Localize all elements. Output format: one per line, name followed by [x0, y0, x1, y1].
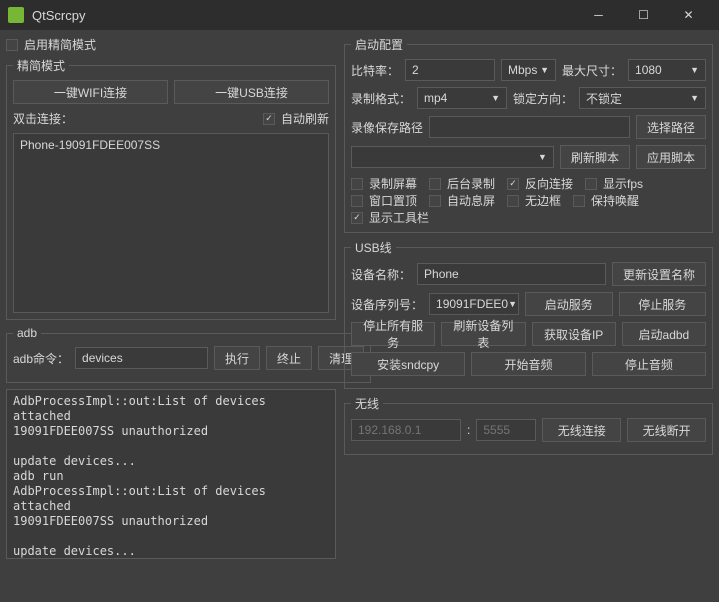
device-name-input[interactable]: [417, 263, 606, 285]
enable-simple-mode-checkbox[interactable]: 启用精简模式: [6, 36, 336, 53]
simple-mode-legend: 精简模式: [13, 57, 69, 74]
app-icon: [8, 7, 24, 23]
checkbox-box: [263, 113, 275, 125]
reverse-conn-checkbox[interactable]: 反向连接: [507, 175, 573, 192]
wireless-group: 无线 : 无线连接 无线断开: [344, 395, 713, 455]
dblclick-connect-label: 双击连接：: [13, 110, 73, 127]
wireless-ip-input[interactable]: [351, 419, 461, 441]
refresh-list-button[interactable]: 刷新设备列表: [441, 322, 525, 346]
minimize-button[interactable]: ─: [576, 0, 621, 30]
script-select[interactable]: ▼: [351, 146, 554, 168]
chevron-down-icon: ▼: [491, 93, 500, 103]
auto-refresh-checkbox[interactable]: 自动刷新: [263, 110, 329, 127]
device-serial-select[interactable]: 19091FDEE0▼: [429, 293, 519, 315]
install-sndcpy-button[interactable]: 安装sndcpy: [351, 352, 465, 376]
execute-button[interactable]: 执行: [214, 346, 260, 370]
checkbox-box: [6, 39, 18, 51]
bitrate-label: 比特率：: [351, 62, 399, 79]
bg-record-checkbox[interactable]: 后台录制: [429, 175, 495, 192]
show-toolbar-checkbox[interactable]: 显示工具栏: [351, 209, 429, 226]
device-list-item[interactable]: Phone-19091FDEE007SS: [20, 138, 322, 152]
update-name-button[interactable]: 更新设置名称: [612, 262, 706, 286]
stop-all-button[interactable]: 停止所有服务: [351, 322, 435, 346]
stop-service-button[interactable]: 停止服务: [619, 292, 707, 316]
bitrate-unit-select[interactable]: Mbps▼: [501, 59, 556, 81]
wireless-connect-button[interactable]: 无线连接: [542, 418, 621, 442]
start-service-button[interactable]: 启动服务: [525, 292, 613, 316]
usb-group: USB线 设备名称： 更新设置名称 设备序列号： 19091FDEE0▼ 启动服…: [344, 239, 713, 389]
apply-script-button[interactable]: 应用脚本: [636, 145, 706, 169]
record-fmt-select[interactable]: mp4▼: [417, 87, 507, 109]
borderless-checkbox[interactable]: 无边框: [507, 192, 561, 209]
show-fps-checkbox[interactable]: 显示fps: [585, 175, 643, 192]
window-top-checkbox[interactable]: 窗口置顶: [351, 192, 417, 209]
record-screen-checkbox[interactable]: 录制屏幕: [351, 175, 417, 192]
auto-config-legend: 启动配置: [351, 36, 407, 53]
device-serial-label: 设备序列号：: [351, 296, 423, 313]
chevron-down-icon: ▼: [690, 65, 699, 75]
chevron-down-icon: ▼: [538, 152, 547, 162]
adb-cmd-label: adb命令：: [13, 350, 69, 367]
checkbox-label: 启用精简模式: [24, 36, 96, 53]
keep-awake-checkbox[interactable]: 保持唤醒: [573, 192, 639, 209]
auto-sleep-checkbox[interactable]: 自动息屏: [429, 192, 495, 209]
device-name-label: 设备名称：: [351, 266, 411, 283]
usb-legend: USB线: [351, 239, 396, 256]
usb-connect-button[interactable]: 一键USB连接: [174, 80, 329, 104]
chevron-down-icon: ▼: [690, 93, 699, 103]
record-path-input[interactable]: [429, 116, 630, 138]
start-audio-button[interactable]: 开始音频: [471, 352, 585, 376]
lock-orient-select[interactable]: 不锁定▼: [579, 87, 706, 109]
bitrate-input[interactable]: [405, 59, 495, 81]
app-title: QtScrcpy: [32, 8, 576, 23]
record-fmt-label: 录制格式：: [351, 90, 411, 107]
adb-legend: adb: [13, 326, 41, 340]
wireless-port-input[interactable]: [476, 419, 536, 441]
terminate-button[interactable]: 终止: [266, 346, 312, 370]
device-list[interactable]: Phone-19091FDEE007SS: [13, 133, 329, 313]
log-output[interactable]: AdbProcessImpl::out:List of devices atta…: [6, 389, 336, 559]
lock-orient-label: 锁定方向：: [513, 90, 573, 107]
refresh-script-button[interactable]: 刷新脚本: [560, 145, 630, 169]
simple-mode-group: 精简模式 一键WIFI连接 一键USB连接 双击连接： 自动刷新 Phone-1…: [6, 57, 336, 320]
adb-group: adb adb命令： 执行 终止 清理: [6, 326, 371, 383]
start-adbd-button[interactable]: 启动adbd: [622, 322, 706, 346]
select-path-button[interactable]: 选择路径: [636, 115, 706, 139]
maximize-button[interactable]: ☐: [621, 0, 666, 30]
auto-config-group: 启动配置 比特率： Mbps▼ 最大尺寸： 1080▼ 录制格式： mp4▼ 锁…: [344, 36, 713, 233]
close-button[interactable]: ✕: [666, 0, 711, 30]
chevron-down-icon: ▼: [540, 65, 549, 75]
stop-audio-button[interactable]: 停止音频: [592, 352, 706, 376]
adb-cmd-input[interactable]: [75, 347, 208, 369]
checkbox-label: 自动刷新: [281, 110, 329, 127]
max-size-select[interactable]: 1080▼: [628, 59, 706, 81]
wireless-legend: 无线: [351, 395, 383, 412]
max-size-label: 最大尺寸：: [562, 62, 622, 79]
chevron-down-icon: ▼: [508, 299, 517, 309]
wireless-disconnect-button[interactable]: 无线断开: [627, 418, 706, 442]
record-path-label: 录像保存路径: [351, 119, 423, 136]
get-ip-button[interactable]: 获取设备IP: [532, 322, 616, 346]
wifi-connect-button[interactable]: 一键WIFI连接: [13, 80, 168, 104]
